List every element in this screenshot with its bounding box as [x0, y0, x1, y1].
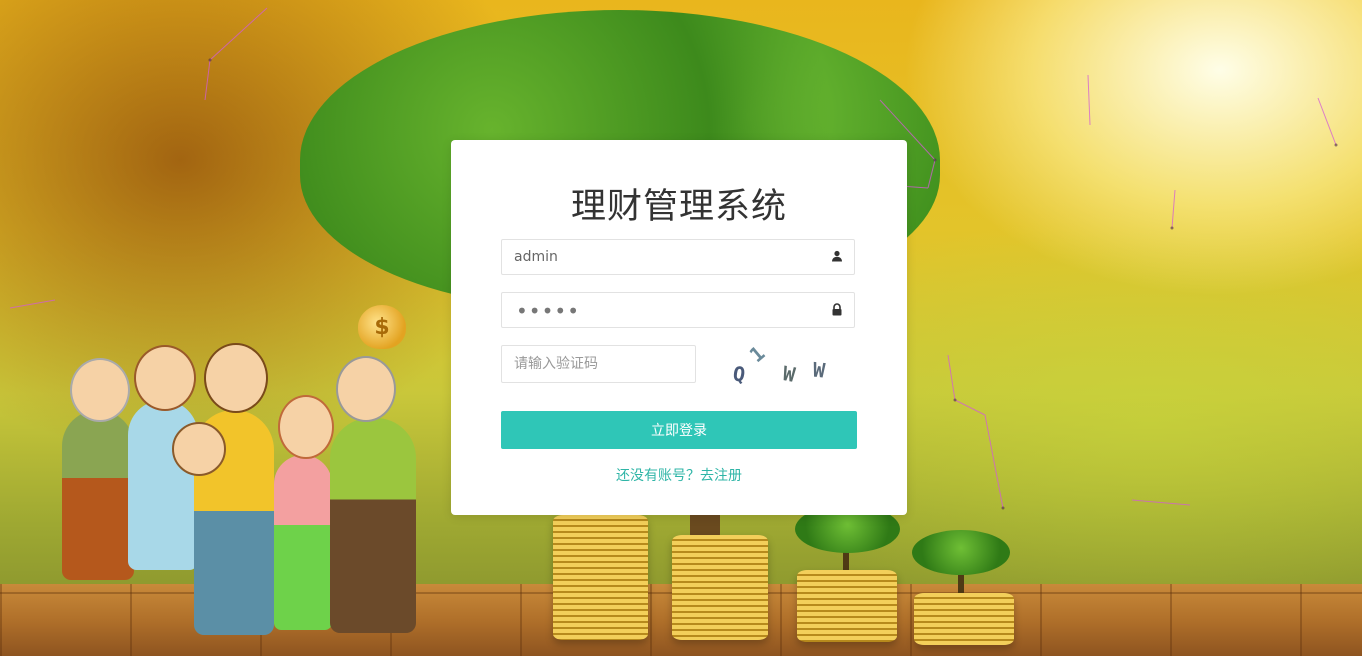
username-field[interactable] [501, 239, 855, 275]
page-title: 理财管理系统 [570, 187, 787, 227]
password-input[interactable]: ••••• [516, 299, 580, 323]
lock-icon [830, 303, 844, 317]
username-input[interactable] [502, 240, 826, 274]
captcha-char: W [811, 357, 827, 383]
captcha-char: Q [731, 361, 747, 387]
user-icon [830, 250, 844, 264]
captcha-image[interactable]: Q 1 W W [723, 340, 843, 390]
register-link[interactable]: 还没有账号？去注册 [451, 465, 907, 485]
captcha-char: 1 [744, 340, 770, 368]
captcha-field[interactable] [501, 345, 696, 383]
captcha-input[interactable] [502, 346, 696, 382]
captcha-char: W [781, 361, 798, 387]
login-button[interactable]: 立即登录 [501, 411, 857, 449]
password-field[interactable]: ••••• [501, 292, 855, 328]
login-card: 理财管理系统 ••••• Q 1 W W 立即登录 还没有账号？去注册 [451, 140, 907, 515]
